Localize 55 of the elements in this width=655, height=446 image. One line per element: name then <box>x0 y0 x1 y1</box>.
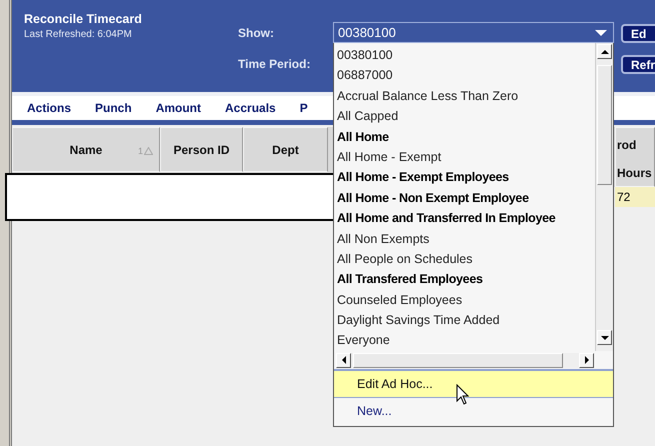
refresh-button[interactable]: Refr <box>621 55 655 74</box>
vertical-scrollbar[interactable] <box>595 43 613 351</box>
dropdown-action[interactable]: Edit Ad Hoc... <box>334 371 613 398</box>
menu-item[interactable]: P <box>300 101 308 115</box>
dropdown-option[interactable]: Accrual Balance Less Than Zero <box>334 86 596 106</box>
menu-item[interactable]: Accruals <box>225 101 276 115</box>
edit-button[interactable]: Ed <box>621 24 655 43</box>
dropdown-option[interactable]: All Home - Exempt Employees <box>334 167 596 188</box>
dropdown-option[interactable]: All Home and Transferred In Employee <box>334 208 596 229</box>
dropdown-arrow-icon <box>595 30 607 36</box>
scroll-thumb[interactable] <box>597 65 612 185</box>
time-period-label: Time Period: <box>238 57 310 71</box>
dropdown-option[interactable]: Counseled Employees <box>334 290 596 310</box>
column-header[interactable]: rod Hours <box>615 127 655 187</box>
menu-item[interactable]: Punch <box>95 101 132 115</box>
page-title: Reconcile Timecard <box>24 12 143 26</box>
dropdown-option[interactable]: All Home - Exempt <box>334 146 596 168</box>
right-arrow-icon <box>584 356 588 364</box>
column-header[interactable]: Dept <box>243 127 328 172</box>
dropdown-option[interactable]: 06887000 <box>334 65 596 86</box>
dropdown-option[interactable]: All Non Exempts <box>334 228 596 249</box>
dropdown-option[interactable]: Daylight Savings Time Added <box>334 310 596 330</box>
table-cell: 72 <box>615 187 655 207</box>
scroll-down-button[interactable] <box>597 330 612 345</box>
dropdown-option[interactable]: Everyone <box>334 330 596 351</box>
last-refreshed-text: Last Refreshed: 6:04PM <box>24 29 133 40</box>
column-label: Dept <box>272 142 299 156</box>
column-header[interactable]: Person ID <box>160 127 243 172</box>
scroll-left-button[interactable] <box>336 352 351 368</box>
scroll-up-button[interactable] <box>597 44 612 59</box>
column-label: Person ID <box>173 142 230 156</box>
column-label: Hours <box>617 166 652 180</box>
cursor-icon <box>456 384 469 406</box>
column-header[interactable]: Name 1 <box>12 127 160 172</box>
dropdown-option[interactable]: All People on Schedules <box>334 248 596 270</box>
show-select[interactable]: 00380100 <box>333 22 614 43</box>
scroll-thumb[interactable] <box>353 352 563 368</box>
horizontal-scrollbar[interactable] <box>336 352 594 368</box>
up-arrow-icon <box>600 50 609 54</box>
scroll-right-button[interactable] <box>579 352 594 368</box>
column-label: Name <box>70 142 102 156</box>
dropdown-option[interactable]: All Home - Non Exempt Employee <box>334 188 596 208</box>
left-arrow-icon <box>342 356 346 364</box>
show-label: Show: <box>238 26 274 40</box>
sort-triangle-icon <box>144 147 153 155</box>
down-arrow-icon <box>600 336 609 340</box>
dropdown-option[interactable]: All Home <box>334 126 596 147</box>
dropdown-action[interactable]: New... <box>334 398 613 426</box>
menu-item[interactable]: Actions <box>27 101 72 115</box>
column-group-label: rod <box>617 138 636 152</box>
menu-item[interactable]: Amount <box>156 101 202 115</box>
dropdown-option[interactable]: 00380100 <box>334 45 596 66</box>
dropdown-option[interactable]: All Capped <box>334 106 596 127</box>
sort-order-text: 1 <box>138 146 143 156</box>
dropdown-option[interactable]: All Transfered Employees <box>334 269 596 290</box>
